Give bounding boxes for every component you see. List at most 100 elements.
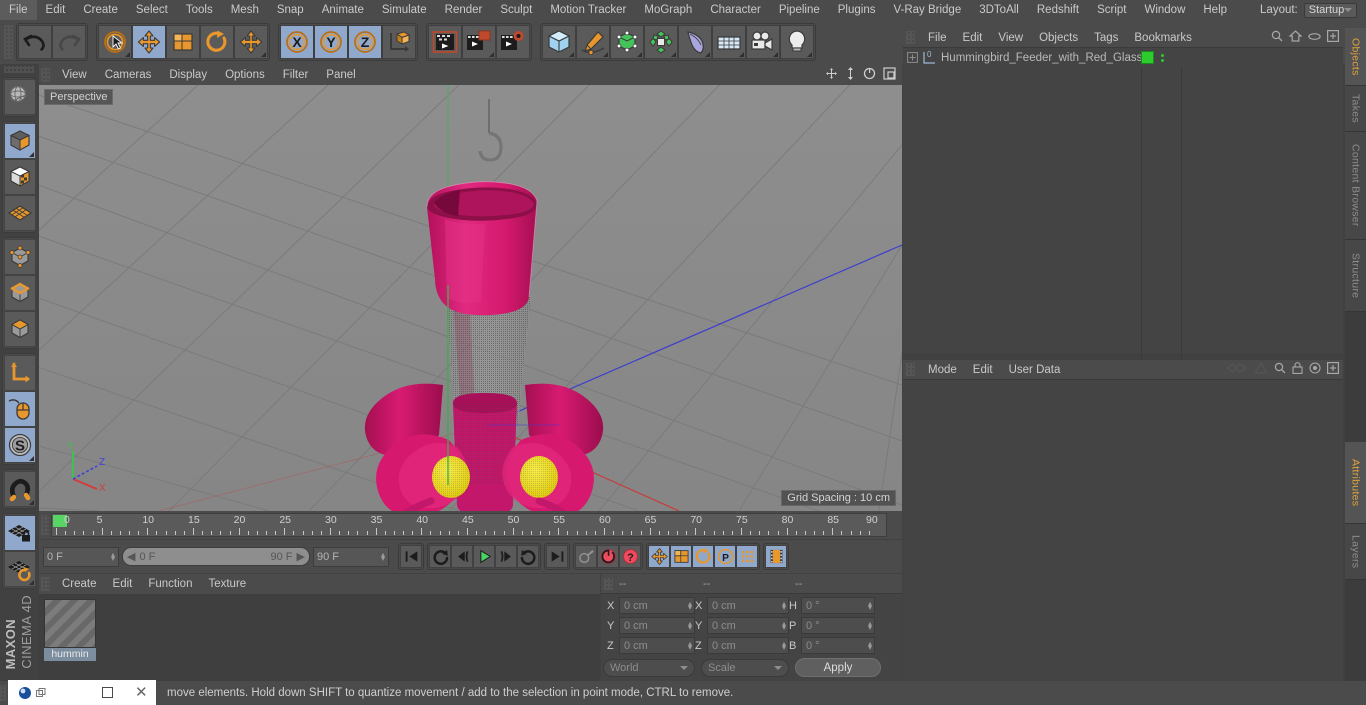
range-left-arrow-icon[interactable]: ◀	[127, 550, 135, 563]
add-deformer-button[interactable]	[644, 25, 678, 59]
expand-corner-icon[interactable]	[29, 456, 34, 461]
maximize-view-icon[interactable]	[883, 67, 896, 80]
coordinate-input[interactable]: 0 ° ▴ ▾	[801, 617, 875, 634]
object-menu-bookmarks[interactable]: Bookmarks	[1126, 32, 1200, 44]
spinner-icon[interactable]: ▴ ▾	[381, 550, 385, 562]
coordinate-input[interactable]: 0 cm ▴ ▾	[707, 617, 789, 634]
material-item[interactable]: hummin	[44, 599, 96, 661]
make-editable-button[interactable]	[4, 79, 36, 115]
expand-corner-icon[interactable]	[739, 52, 744, 57]
expand-corner-icon[interactable]	[569, 52, 574, 57]
spinner-icon[interactable]: ▴ ▾	[688, 599, 692, 611]
range-right-arrow-icon[interactable]: ▶	[297, 550, 305, 563]
expand-corner-icon[interactable]	[773, 52, 778, 57]
menu-motion-tracker[interactable]: Motion Tracker	[541, 0, 635, 20]
vertical-tab-layers[interactable]: Layers	[1345, 524, 1366, 580]
position-key-button[interactable]	[648, 545, 670, 568]
cone-icon[interactable]	[1254, 362, 1268, 374]
object-tree[interactable]: 0 Hummingbird_Feeder_with_Red_Glass	[903, 47, 1343, 373]
add-spline-button[interactable]	[576, 25, 610, 59]
redo-button[interactable]	[52, 25, 86, 59]
timeline-mode-button[interactable]	[765, 545, 787, 568]
play-button[interactable]	[473, 545, 495, 568]
add-camera-button[interactable]	[746, 25, 780, 59]
menu-animate[interactable]: Animate	[313, 0, 373, 20]
menu-create[interactable]: Create	[74, 0, 127, 20]
workplane-mode-button[interactable]	[4, 195, 36, 231]
object-menu-file[interactable]: File	[920, 32, 955, 44]
end-frame-field[interactable]: 90 F ▴ ▾	[313, 546, 389, 567]
timeline-grip[interactable]	[41, 515, 49, 535]
add-cube-button[interactable]	[542, 25, 576, 59]
material-menu-create[interactable]: Create	[54, 578, 105, 590]
object-menu-objects[interactable]: Objects	[1031, 32, 1086, 44]
attribute-menu-user-data[interactable]: User Data	[1001, 364, 1069, 376]
menu-redshift[interactable]: Redshift	[1028, 0, 1088, 20]
expand-toggle-icon[interactable]	[907, 52, 918, 63]
texture-mode-button[interactable]	[4, 159, 36, 195]
spinner-icon[interactable]: ▴ ▾	[111, 550, 115, 562]
spinner-icon[interactable]: ▴ ▾	[868, 639, 872, 651]
layer-color-chip[interactable]	[1141, 51, 1154, 64]
add-light-button[interactable]	[780, 25, 814, 59]
model-mode-button[interactable]	[4, 123, 36, 159]
coordinates-grip[interactable]	[604, 577, 613, 590]
attribute-menu-mode[interactable]: Mode	[920, 364, 965, 376]
vertical-tab-content-browser[interactable]: Content Browser	[1345, 132, 1366, 240]
material-menu-grip[interactable]	[41, 577, 50, 591]
cinema4d-icon[interactable]	[18, 685, 46, 701]
undo-button[interactable]	[18, 25, 52, 59]
step-back-button[interactable]	[451, 545, 473, 568]
menu-mesh[interactable]: Mesh	[222, 0, 268, 20]
viewport-menu-display[interactable]: Display	[160, 69, 216, 81]
viewport-solo-button[interactable]	[4, 391, 36, 427]
rotate-view-icon[interactable]	[863, 67, 876, 80]
play-backwards-loop-button[interactable]	[429, 545, 451, 568]
lock-y-axis-button[interactable]: Y	[314, 25, 348, 59]
move-tool[interactable]	[132, 25, 166, 59]
spinner-icon[interactable]: ▴ ▾	[688, 639, 692, 651]
render-to-picture-viewer-button[interactable]	[462, 25, 496, 59]
object-row[interactable]: 0 Hummingbird_Feeder_with_Red_Glass	[903, 48, 1343, 67]
lock-x-axis-button[interactable]: X	[280, 25, 314, 59]
menu-v-ray-bridge[interactable]: V-Ray Bridge	[884, 0, 970, 20]
lock-icon[interactable]	[1292, 362, 1303, 374]
world-object-coordinates-button[interactable]	[382, 25, 416, 59]
point-level-animation-button[interactable]	[736, 545, 758, 568]
play-forward-loop-button[interactable]	[517, 545, 539, 568]
expand-corner-icon[interactable]	[705, 52, 710, 57]
keyframe-selection-button[interactable]: ?	[619, 545, 641, 568]
render-settings-button[interactable]	[496, 25, 530, 59]
menu-script[interactable]: Script	[1088, 0, 1135, 20]
search-icon[interactable]	[1271, 30, 1283, 42]
spinner-icon[interactable]: ▴ ▾	[782, 599, 786, 611]
menu-simulate[interactable]: Simulate	[373, 0, 436, 20]
coordinate-input[interactable]: 0 cm ▴ ▾	[619, 617, 695, 634]
expand-corner-icon[interactable]	[807, 52, 812, 57]
add-generator-button[interactable]	[610, 25, 644, 59]
menu-window[interactable]: Window	[1135, 0, 1194, 20]
enable-axis-button[interactable]	[4, 355, 36, 391]
parameter-key-button[interactable]: P	[714, 545, 736, 568]
material-list[interactable]: hummin	[39, 594, 600, 681]
coordinate-input[interactable]: 0 ° ▴ ▾	[801, 597, 875, 614]
add-panel-icon[interactable]	[1327, 362, 1339, 374]
expand-corner-icon[interactable]	[125, 52, 130, 57]
current-frame-field[interactable]: 0 F ▴ ▾	[43, 546, 119, 567]
expand-corner-icon[interactable]	[261, 52, 266, 57]
coordinate-space-dropdown[interactable]: World	[603, 658, 695, 677]
dolly-view-icon[interactable]	[845, 67, 856, 80]
visibility-dots-icon[interactable]	[1161, 53, 1164, 62]
spinner-icon[interactable]: ▴ ▾	[782, 639, 786, 651]
rotate-tool[interactable]	[200, 25, 234, 59]
expand-corner-icon[interactable]	[603, 52, 608, 57]
add-panel-icon[interactable]	[1327, 30, 1339, 42]
restore-window-icon[interactable]	[102, 687, 113, 698]
vertical-tab-structure[interactable]: Structure	[1345, 240, 1366, 312]
object-manager-grip[interactable]	[906, 31, 915, 44]
menu-render[interactable]: Render	[436, 0, 492, 20]
coordinate-input[interactable]: 0 cm ▴ ▾	[619, 637, 695, 654]
menu-select[interactable]: Select	[127, 0, 177, 20]
layout-dropdown[interactable]: Startup	[1303, 2, 1358, 18]
attribute-manager-grip[interactable]	[906, 363, 915, 376]
